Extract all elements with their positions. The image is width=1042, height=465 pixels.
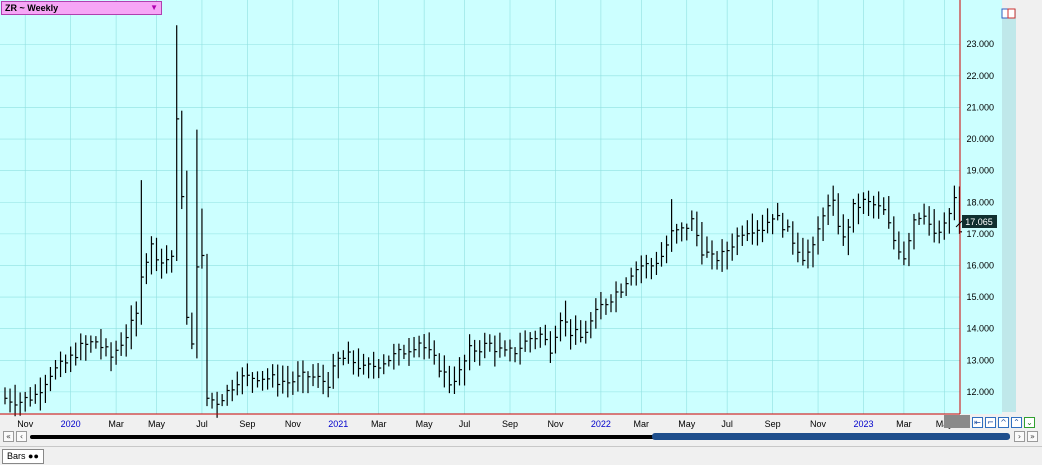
x-tick-label: Sep	[239, 419, 255, 429]
status-bar: Bars ●●	[0, 446, 1042, 465]
split-toggle-icon[interactable]	[1007, 8, 1016, 19]
bars-tab-label: Bars	[7, 451, 26, 461]
x-tick-label: 2022	[591, 419, 611, 429]
x-tick-label: Jul	[459, 419, 471, 429]
scroll-left-double-icon[interactable]: «	[3, 431, 14, 442]
x-tick-label: 2020	[61, 419, 81, 429]
y-tick-label: 22.000	[966, 71, 994, 81]
y-tick-label: 15.000	[966, 292, 994, 302]
x-tick-label: Sep	[765, 419, 781, 429]
x-tick-label: Jul	[196, 419, 208, 429]
y-tick-label: 16.000	[966, 260, 994, 270]
y-tick-label: 14.000	[966, 324, 994, 334]
last-price-marker: 17.065	[955, 215, 997, 228]
bars-tab[interactable]: Bars ●●	[2, 449, 44, 464]
x-tick-label: May	[678, 419, 696, 429]
y-tick-label: 23.000	[966, 39, 994, 49]
scroll-left-icon[interactable]: ‹	[16, 431, 27, 442]
y-tick-label: 17.000	[966, 229, 994, 239]
vertical-scrollbar[interactable]	[1002, 9, 1016, 412]
x-tick-label: Sep	[502, 419, 518, 429]
scale-down-icon[interactable]: ⌄	[1024, 417, 1035, 428]
horizontal-scrollbar[interactable]: « ‹ › »	[0, 430, 1042, 444]
y-tick-label: 19.000	[966, 166, 994, 176]
y-tick-label: 21.000	[966, 102, 994, 112]
dropdown-arrow-icon: ▼	[150, 3, 158, 12]
x-tick-label: Nov	[17, 419, 34, 429]
scale-up-icon[interactable]: ⌃	[1011, 417, 1022, 428]
scroll-right-icon[interactable]: ›	[1014, 431, 1025, 442]
y-tick-label: 12.000	[966, 387, 994, 397]
x-tick-label: Nov	[285, 419, 302, 429]
axis-corner-block	[944, 415, 970, 428]
scroll-end-icon[interactable]: ⇤	[972, 417, 983, 428]
x-tick-label: May	[148, 419, 166, 429]
symbol-selector[interactable]: ZR ~ Weekly ▼	[1, 1, 162, 15]
y-tick-label: 13.000	[966, 355, 994, 365]
y-tick-label: 20.000	[966, 134, 994, 144]
scroll-right-double-icon[interactable]: »	[1027, 431, 1038, 442]
y-tick-label: 18.000	[966, 197, 994, 207]
x-axis-labels: Nov 2020 Mar May Jul Sep Nov 2021 Mar May Jul Sep No…	[17, 419, 953, 429]
x-tick-label: Mar	[371, 419, 387, 429]
x-tick-label: Mar	[634, 419, 650, 429]
x-tick-label: Mar	[108, 419, 124, 429]
grid-toggle-icon[interactable]	[1001, 8, 1009, 19]
x-tick-label: Mar	[896, 419, 912, 429]
x-tick-label: 2021	[328, 419, 348, 429]
x-tick-label: Nov	[547, 419, 564, 429]
link-icon: ●●	[28, 451, 39, 461]
price-chart: Nov 2020 Mar May Jul Sep Nov 2021 Mar May Jul Sep No…	[0, 0, 1042, 430]
last-price-label: 17.065	[965, 217, 993, 227]
x-tick-label: Nov	[810, 419, 827, 429]
scroll-thumb[interactable]	[652, 433, 1010, 440]
x-tick-label: May	[416, 419, 434, 429]
zoom-out-icon[interactable]: ⌐	[985, 417, 996, 428]
x-tick-label: Jul	[721, 419, 733, 429]
zoom-in-icon[interactable]: ^	[998, 417, 1009, 428]
symbol-label: ZR ~ Weekly	[5, 3, 59, 13]
x-tick-label: 2023	[853, 419, 873, 429]
